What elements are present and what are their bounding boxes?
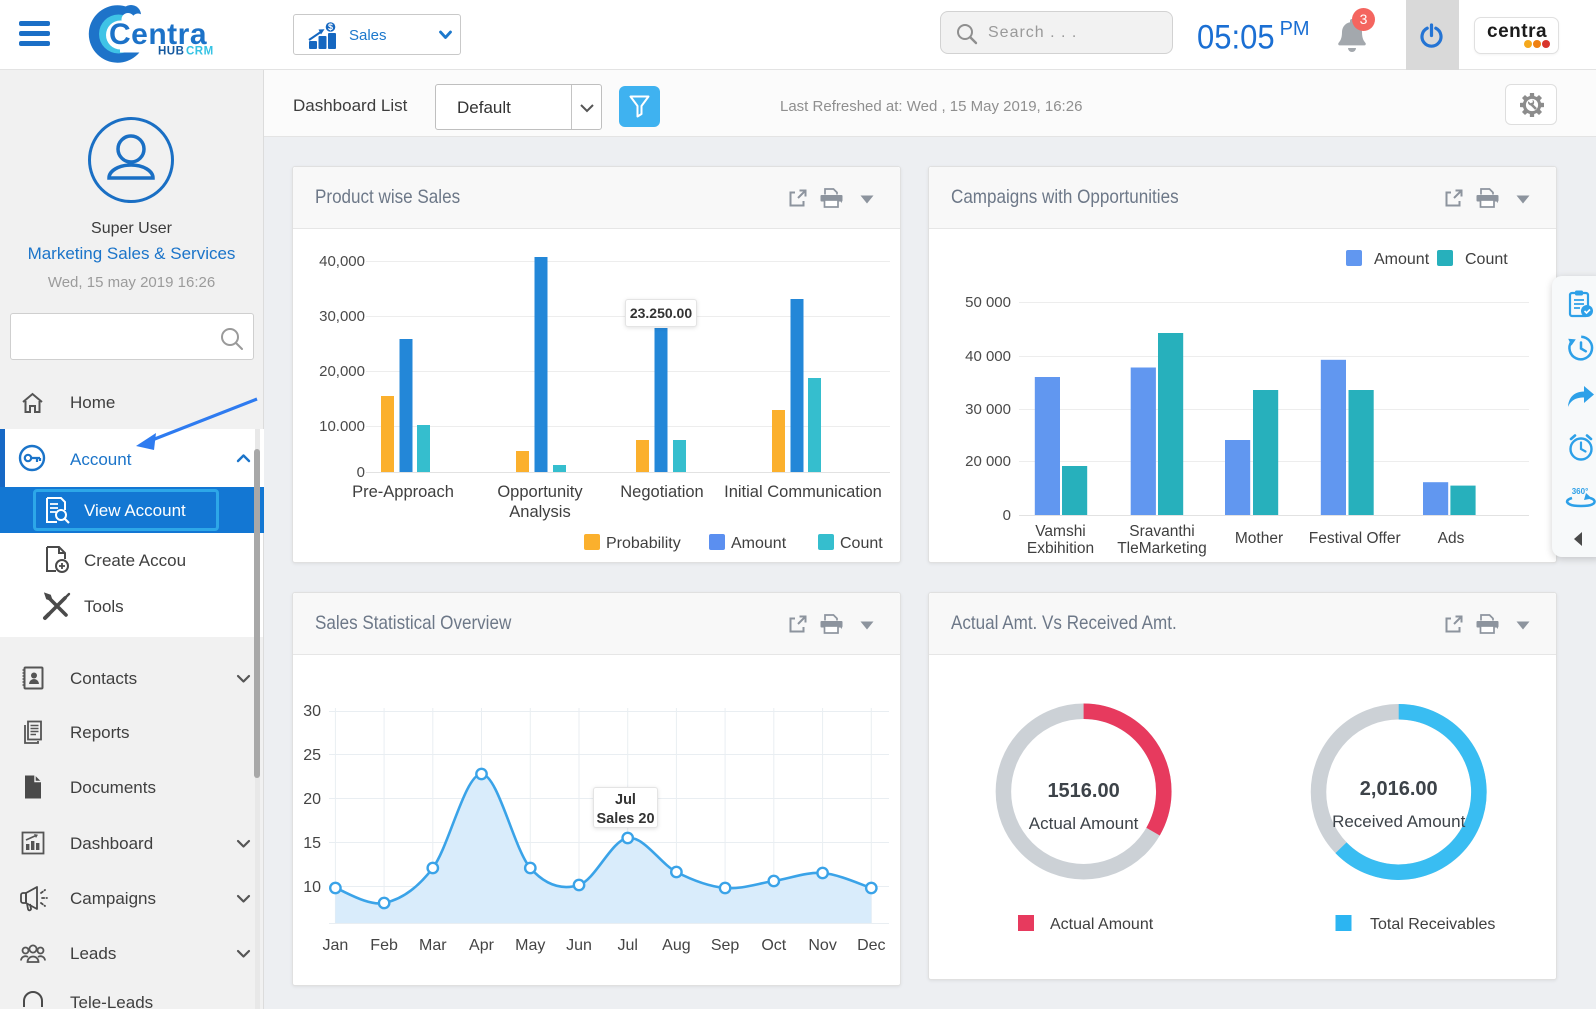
svg-text:Mother: Mother: [1235, 530, 1283, 547]
svg-text:TleMarketing: TleMarketing: [1117, 540, 1207, 557]
svg-text:Aug: Aug: [662, 937, 690, 954]
svg-text:Amount: Amount: [1374, 251, 1430, 268]
svg-text:Exbihition: Exbihition: [1027, 540, 1094, 557]
svg-text:May: May: [515, 937, 545, 954]
svg-text:Jun: Jun: [566, 937, 592, 954]
svg-text:Analysis: Analysis: [509, 503, 570, 521]
svg-text:Festival Offer: Festival Offer: [1309, 530, 1401, 547]
svg-text:Count: Count: [840, 535, 883, 552]
svg-text:Sep: Sep: [711, 937, 740, 954]
svg-text:Probability: Probability: [606, 535, 681, 552]
svg-text:25: 25: [303, 747, 321, 764]
svg-text:$: $: [328, 22, 333, 32]
svg-text:0: 0: [1003, 507, 1011, 524]
svg-text:50 000: 50 000: [965, 294, 1011, 311]
svg-text:Initial Communication: Initial Communication: [724, 483, 882, 501]
svg-text:30: 30: [303, 703, 321, 720]
svg-text:360°: 360°: [1572, 487, 1589, 496]
svg-text:Negotiation: Negotiation: [620, 483, 703, 501]
svg-text:20,000: 20,000: [319, 363, 365, 380]
svg-text:Mar: Mar: [419, 937, 447, 954]
svg-text:Actual Amount: Actual Amount: [1050, 916, 1154, 933]
svg-text:HUB: HUB: [158, 46, 184, 58]
svg-text:Total Receivables: Total Receivables: [1370, 916, 1495, 933]
svg-text:Actual Amount: Actual Amount: [1029, 814, 1139, 833]
svg-text:10.000: 10.000: [319, 418, 365, 435]
svg-text:20: 20: [303, 791, 321, 808]
svg-text:Nov: Nov: [808, 937, 836, 954]
svg-text:Count: Count: [1465, 251, 1508, 268]
svg-text:1516.00: 1516.00: [1047, 780, 1119, 802]
svg-text:Pre-Approach: Pre-Approach: [352, 483, 454, 501]
svg-text:Feb: Feb: [370, 937, 398, 954]
svg-text:Jul: Jul: [617, 937, 637, 954]
svg-text:40 000: 40 000: [965, 348, 1011, 365]
svg-text:30 000: 30 000: [965, 401, 1011, 418]
svg-text:Opportunity: Opportunity: [497, 483, 583, 501]
svg-text:Oct: Oct: [761, 937, 786, 954]
svg-text:0: 0: [357, 464, 365, 481]
svg-text:Dec: Dec: [857, 937, 885, 954]
svg-text:Ads: Ads: [1438, 530, 1465, 547]
svg-text:Vamshi: Vamshi: [1035, 523, 1086, 540]
svg-text:2,016.00: 2,016.00: [1360, 778, 1438, 800]
svg-text:Apr: Apr: [469, 937, 495, 954]
svg-text:Sravanthi: Sravanthi: [1129, 523, 1194, 540]
svg-text:Amount: Amount: [731, 535, 787, 552]
svg-text:20 000: 20 000: [965, 453, 1011, 470]
svg-text:30,000: 30,000: [319, 308, 365, 325]
svg-text:CRM: CRM: [186, 46, 214, 58]
svg-text:40,000: 40,000: [319, 253, 365, 270]
svg-text:15: 15: [303, 835, 321, 852]
svg-text:Jan: Jan: [323, 937, 349, 954]
svg-text:Received Amount: Received Amount: [1332, 812, 1466, 831]
svg-text:10: 10: [303, 879, 321, 896]
